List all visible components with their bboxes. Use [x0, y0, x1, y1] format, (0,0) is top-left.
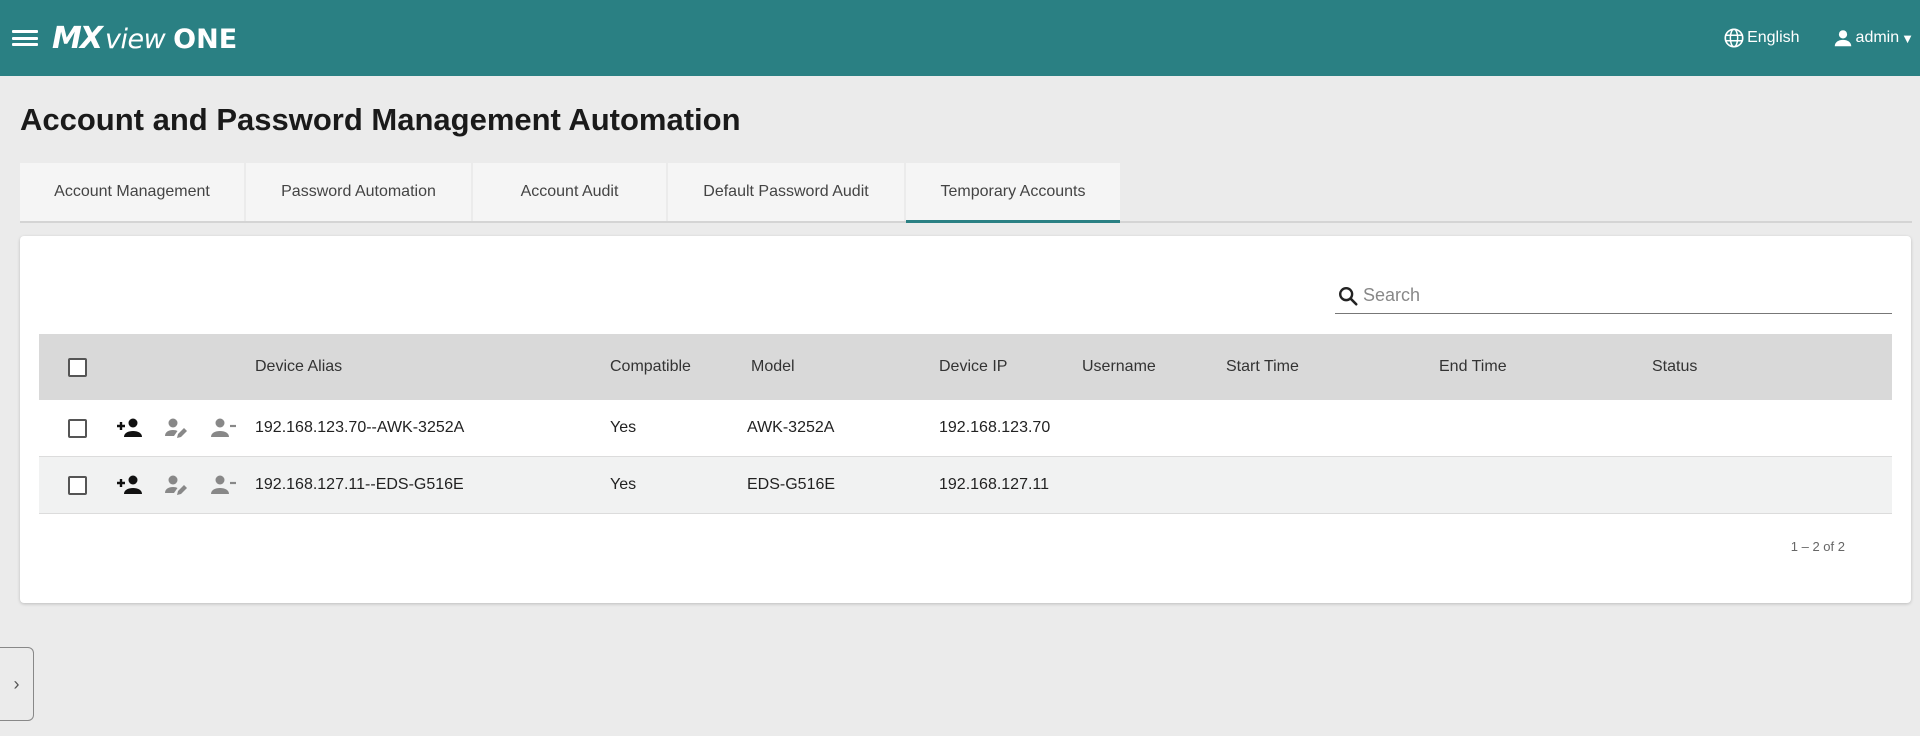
cell-model: EDS-G516E	[747, 476, 836, 493]
tab-password-automation[interactable]: Password Automation	[246, 163, 471, 221]
tab-account-management[interactable]: Account Management	[20, 163, 244, 221]
temporary-accounts-table: Device Alias Compatible Model Device IP …	[39, 334, 1892, 514]
tab-label: Default Password Audit	[703, 183, 869, 200]
user-icon	[1834, 30, 1851, 47]
person-remove-icon[interactable]	[210, 457, 238, 513]
table-row: 192.168.127.11--EDS-G516E Yes EDS-G516E …	[39, 457, 1892, 514]
table-row: 192.168.123.70--AWK-3252A Yes AWK-3252A …	[39, 400, 1892, 457]
tab-label: Password Automation	[281, 183, 436, 200]
row-checkbox[interactable]	[68, 418, 87, 438]
col-model[interactable]: Model	[751, 334, 795, 400]
tab-account-audit[interactable]: Account Audit	[473, 163, 666, 221]
person-remove-icon[interactable]	[210, 400, 238, 456]
logo-one: ONE	[173, 23, 238, 55]
col-device-alias[interactable]: Device Alias	[255, 334, 342, 400]
app-logo: MX view ONE	[52, 21, 237, 56]
search-icon	[1339, 286, 1358, 306]
col-status[interactable]: Status	[1652, 334, 1697, 400]
pagination-range: 1 – 2 of 2	[1790, 539, 1845, 554]
person-add-icon[interactable]	[115, 457, 145, 513]
page-title: Account and Password Management Automati…	[20, 102, 741, 137]
tab-label: Temporary Accounts	[940, 183, 1086, 200]
person-add-icon[interactable]	[115, 400, 145, 456]
col-end-time[interactable]: End Time	[1439, 334, 1507, 400]
search-box	[1335, 278, 1892, 314]
tab-default-password-audit[interactable]: Default Password Audit	[668, 163, 904, 221]
tab-label: Account Audit	[520, 183, 619, 200]
cell-device-alias: 192.168.123.70--AWK-3252A	[255, 419, 465, 436]
user-menu[interactable]: admin ▼	[1832, 27, 1914, 49]
tab-temporary-accounts[interactable]: Temporary Accounts	[906, 163, 1120, 223]
col-username[interactable]: Username	[1082, 334, 1156, 400]
cell-device-ip: 192.168.127.11	[939, 476, 1050, 493]
username-label: admin	[1855, 29, 1900, 46]
cell-device-ip: 192.168.123.70	[939, 419, 1051, 436]
hamburger-menu-icon[interactable]	[12, 28, 38, 48]
select-all-checkbox[interactable]	[68, 357, 87, 377]
row-checkbox[interactable]	[68, 475, 87, 495]
cell-model: AWK-3252A	[747, 419, 835, 436]
cell-compatible: Yes	[610, 419, 637, 436]
person-edit-icon[interactable]	[163, 457, 189, 513]
person-edit-icon[interactable]	[163, 400, 189, 456]
sidebar-expand-button[interactable]: ›	[0, 647, 34, 721]
globe-icon	[1724, 28, 1744, 48]
caret-down-icon: ▼	[1901, 30, 1914, 46]
col-start-time[interactable]: Start Time	[1226, 334, 1299, 400]
chevron-right-icon: ›	[13, 673, 20, 694]
language-label: English	[1747, 29, 1800, 46]
col-compatible[interactable]: Compatible	[610, 334, 691, 400]
language-selector[interactable]: English	[1723, 27, 1800, 49]
tab-bar: Account Management Password Automation A…	[20, 163, 1912, 223]
cell-compatible: Yes	[610, 476, 637, 493]
table-header: Device Alias Compatible Model Device IP …	[39, 334, 1892, 400]
tab-label: Account Management	[54, 183, 210, 200]
logo-view: view	[104, 23, 166, 55]
top-bar: MX view ONE English admin ▼	[0, 0, 1920, 76]
logo-mx: MX	[52, 20, 103, 56]
content-card: Device Alias Compatible Model Device IP …	[20, 236, 1911, 603]
search-input[interactable]	[1363, 285, 1863, 306]
col-device-ip[interactable]: Device IP	[939, 334, 1007, 400]
cell-device-alias: 192.168.127.11--EDS-G516E	[255, 476, 464, 493]
